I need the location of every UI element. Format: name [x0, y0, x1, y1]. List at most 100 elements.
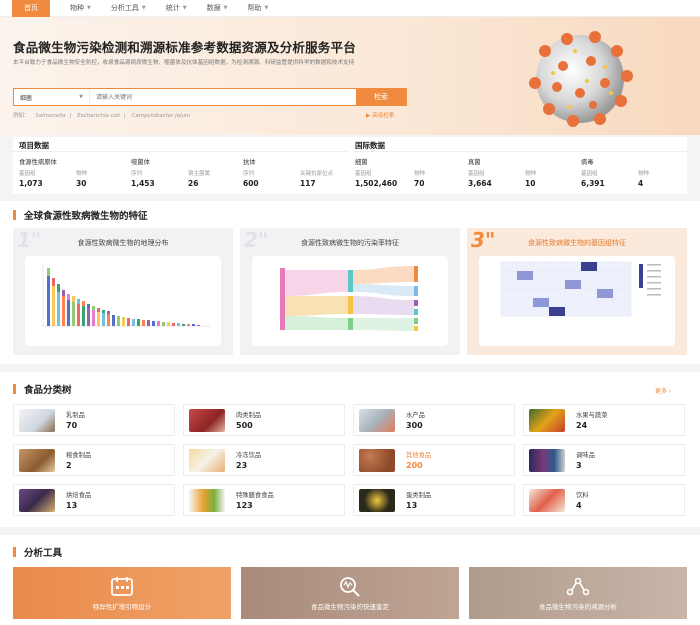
food-card-frozen[interactable]: 冷冻饮品 23	[183, 444, 345, 476]
chevron-down-icon: ▼	[264, 5, 269, 11]
divider	[353, 151, 687, 152]
feature-title: 食源性致病微生物的基因组特征	[528, 239, 626, 247]
nav-tools[interactable]: 分析工具 ▼	[111, 0, 146, 17]
divider	[13, 151, 347, 152]
food-card-grain[interactable]: 粮食制品 2	[13, 444, 175, 476]
seafood-icon	[359, 409, 395, 432]
sankey-thumbnail	[252, 256, 448, 346]
food-name: 调味品	[576, 452, 595, 459]
advanced-search-link[interactable]: ▶ 高级检索	[366, 111, 394, 119]
tool-card-traceability[interactable]: 食品微生物污染的溯源分析	[469, 567, 687, 619]
fruit-vegetable-icon	[529, 409, 565, 432]
food-card-seafood[interactable]: 水产品 300	[353, 404, 515, 436]
search-examples: 例如： Salmonella | Escherichia coli | Campyl…	[13, 113, 191, 119]
food-count: 2	[66, 461, 72, 470]
food-name: 粮食制品	[66, 452, 92, 459]
search-input[interactable]	[90, 89, 356, 105]
food-card-egg[interactable]: 蛋类制品 13	[353, 484, 515, 516]
example-link[interactable]: Salmonella	[35, 113, 65, 119]
food-card-beverage[interactable]: 饮料 4	[523, 484, 685, 516]
section-bar	[13, 384, 16, 394]
food-name: 乳制品	[66, 412, 85, 419]
meat-icon	[189, 409, 225, 432]
stat-value[interactable]: 70	[414, 179, 424, 188]
stat-label: 基因组	[355, 171, 372, 177]
tool-card-primer-design[interactable]: 特异性扩增引物设计	[13, 567, 231, 619]
calendar-icon	[111, 577, 133, 596]
stat-value[interactable]: 3,664	[468, 179, 492, 188]
other-food-icon	[359, 449, 395, 472]
nav-help[interactable]: 帮助 ▼	[247, 0, 268, 17]
stat-category: 食源性病原体	[19, 159, 57, 166]
food-card-dairy[interactable]: 乳制品 70	[13, 404, 175, 436]
stat-label: 宿主菌属	[188, 171, 211, 177]
nav-species[interactable]: 物种 ▼	[70, 0, 91, 17]
more-link[interactable]: 更多 ›	[655, 386, 671, 395]
food-card-other[interactable]: 其他食品 200	[353, 444, 515, 476]
food-count: 123	[236, 501, 253, 510]
tool-card-rapid-identification[interactable]: 食品微生物污染的快速鉴定	[241, 567, 459, 619]
sankey-chart-icon	[280, 266, 418, 331]
heatmap-chart-icon	[500, 261, 661, 317]
chevron-down-icon: ▼	[79, 94, 83, 100]
examples-label: 例如：	[13, 113, 30, 119]
chevron-down-icon: ▼	[182, 5, 187, 11]
stat-category: 抗体	[243, 159, 256, 166]
chevron-down-icon: ▼	[141, 5, 146, 11]
search-button[interactable]: 检索	[356, 89, 406, 105]
magnifier-icon	[340, 577, 360, 597]
food-card-fruit-veg[interactable]: 水果与蔬菜 24	[523, 404, 685, 436]
stat-category: 真菌	[468, 159, 481, 166]
stat-category: 噬菌体	[131, 159, 150, 166]
bar-chart-thumbnail	[25, 256, 221, 346]
food-count: 13	[66, 501, 78, 510]
food-name: 其他食品	[406, 452, 432, 459]
nav-home[interactable]: 首页	[12, 0, 50, 17]
hero-description: 本平台致力于食品微生物安全防控，收录食品源病原微生物、噬菌体及抗体基因组数据，为…	[13, 60, 355, 66]
stat-category: 病毒	[581, 159, 594, 166]
stat-value[interactable]: 6,391	[581, 179, 605, 188]
search-type-select[interactable]: 细菌 ▼	[14, 89, 90, 105]
food-name: 烘焙食品	[66, 492, 92, 499]
stat-label: 基因组	[468, 171, 485, 177]
stat-value[interactable]: 1,453	[131, 179, 155, 188]
food-card-bakery[interactable]: 烘焙食品 13	[13, 484, 175, 516]
section-title-features: 全球食源性致病微生物的特征	[13, 208, 148, 222]
stat-value[interactable]: 30	[76, 179, 86, 188]
hero-banner: 食品微生物污染检测和溯源标准参考数据资源及分析服务平台 本平台致力于食品微生物安…	[0, 17, 700, 135]
stat-value[interactable]: 10	[525, 179, 535, 188]
international-data-title: 国际数据	[355, 141, 385, 150]
stat-value[interactable]: 26	[188, 179, 198, 188]
nav-data[interactable]: 数据 ▼	[207, 0, 228, 17]
nav-statistics[interactable]: 统计 ▼	[166, 0, 187, 17]
food-card-meat[interactable]: 肉类制品 500	[183, 404, 345, 436]
chevron-down-icon: ▼	[223, 5, 228, 11]
food-card-seasoning[interactable]: 调味品 3	[523, 444, 685, 476]
feature-title: 食源性致病微生物的地理分布	[77, 239, 169, 247]
beverage-icon	[529, 489, 565, 512]
stat-value[interactable]: 117	[300, 179, 316, 188]
stats-panel: 项目数据 国际数据 食源性病原体 基因组 1,073 物种 30 噬菌体 序列 …	[13, 137, 687, 194]
stat-label: 物种	[525, 171, 537, 177]
section-title-tools: 分析工具	[13, 545, 62, 559]
example-link[interactable]: Campylobacter jejuni	[132, 113, 191, 119]
feature-card-geo[interactable]: 1" 食源性致病微生物的地理分布	[13, 228, 233, 355]
stat-value[interactable]: 600	[243, 179, 259, 188]
stat-value[interactable]: 4	[638, 179, 643, 188]
chevron-right-icon: ›	[668, 388, 672, 395]
page-title: 食品微生物污染检测和溯源标准参考数据资源及分析服务平台	[13, 40, 356, 55]
example-link[interactable]: Escherichia coli	[77, 113, 120, 119]
tool-label: 食品微生物污染的溯源分析	[539, 603, 617, 611]
feature-card-genome[interactable]: 3" 食源性致病微生物的基因组特征	[467, 228, 687, 355]
food-name: 冷冻饮品	[236, 452, 262, 459]
stat-label: 关键抗原位点	[300, 171, 334, 177]
feature-card-contamination[interactable]: 2" 食源性致病微生物的污染率特征	[240, 228, 460, 355]
chevron-down-icon: ▼	[87, 5, 91, 11]
stat-value[interactable]: 1,502,460	[355, 179, 397, 188]
stat-value[interactable]: 1,073	[19, 179, 43, 188]
food-count: 500	[236, 421, 253, 430]
feature-title: 食源性致病微生物的污染率特征	[301, 239, 399, 247]
food-count: 200	[406, 461, 423, 470]
food-card-special-diet[interactable]: 特殊膳食食品 123	[183, 484, 345, 516]
grain-icon	[19, 449, 55, 472]
